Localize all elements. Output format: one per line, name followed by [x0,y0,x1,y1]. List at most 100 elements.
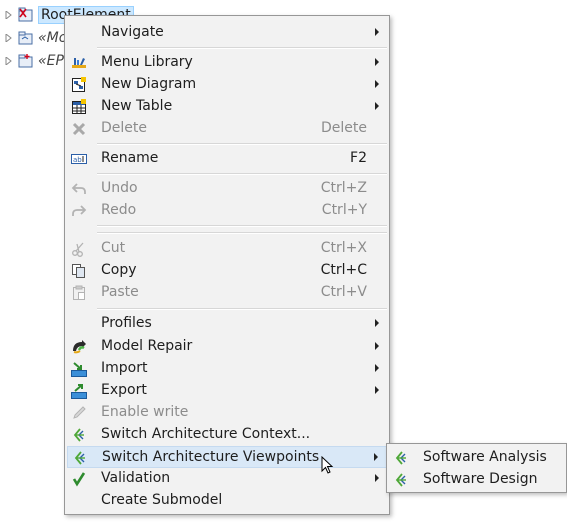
menu-item-label: Export [101,382,147,398]
context-menu: Navigate Menu Library New Diagram New Ta… [64,15,390,515]
menu-item-label: Undo [101,180,138,196]
submenu-item-software-analysis[interactable]: Software Analysis [389,447,564,469]
menu-item-new-table[interactable]: New Table [67,96,387,118]
clipboard-icon [71,285,87,301]
menu-separator [97,173,387,175]
menu-item-shortcut: Ctrl+V [320,284,367,300]
menu-item-delete[interactable]: Delete Delete [67,118,387,140]
menu-separator [97,225,387,227]
submenu-arrow-icon [375,474,379,482]
menu-separator [97,308,387,310]
model-package-icon [18,7,34,23]
menu-item-label: Redo [101,202,137,218]
tree-item-label: «EP [38,53,64,69]
checkmark-icon [71,471,87,487]
menu-item-label: New Diagram [101,76,197,92]
menu-item-copy[interactable]: Copy Ctrl+C [67,260,387,282]
menu-item-switch-architecture-viewpoints[interactable]: Switch Architecture Viewpoints [67,446,387,468]
submenu-arrow-icon [375,80,379,88]
submenu-arrow-icon [375,364,379,372]
submenu-arrow-icon [375,386,379,394]
menu-item-enable-write[interactable]: Enable write [67,402,387,424]
menu-item-paste[interactable]: Paste Ctrl+V [67,282,387,304]
submenu-item-label: Software Design [423,471,538,487]
menu-item-model-repair[interactable]: Model Repair [67,336,387,358]
submenu-arrow-icon [374,453,378,461]
viewpoints-submenu: Software Analysis Software Design [386,443,567,493]
delete-icon [71,121,87,137]
expand-arrow-icon[interactable] [4,33,14,43]
menu-item-shortcut: Ctrl+C [320,262,367,278]
redo-icon [71,203,87,219]
menu-item-navigate[interactable]: Navigate [67,22,387,44]
new-table-icon [71,99,87,115]
menu-item-label: Cut [101,240,126,256]
menu-item-validation[interactable]: Validation [67,468,387,490]
menu-item-label: Delete [101,120,147,136]
tree-item[interactable]: «EP [4,51,64,71]
copy-icon [71,263,87,279]
svg-text:ab: ab [73,156,82,164]
menu-item-label: Paste [101,284,139,300]
menu-item-undo[interactable]: Undo Ctrl+Z [67,178,387,200]
menu-item-label: Switch Architecture Context... [101,426,311,442]
package-icon [18,53,34,69]
menu-item-redo[interactable]: Redo Ctrl+Y [67,200,387,222]
menu-item-new-diagram[interactable]: New Diagram [67,74,387,96]
menu-item-label: Switch Architecture Viewpoints [102,449,320,465]
menu-separator [97,143,387,145]
menu-item-label: Copy [101,262,137,278]
menu-item-rename[interactable]: ab Rename F2 [67,148,387,170]
architecture-context-icon [71,427,87,443]
viewpoint-icon [393,450,409,466]
menu-item-switch-architecture-context[interactable]: Switch Architecture Context... [67,424,387,446]
rename-icon: ab [71,151,87,167]
submenu-arrow-icon [375,28,379,36]
package-icon [18,30,34,46]
menu-item-label: Model Repair [101,338,193,354]
submenu-arrow-icon [375,102,379,110]
menu-item-profiles[interactable]: Profiles [67,313,387,335]
menu-item-cut[interactable]: Cut Ctrl+X [67,238,387,260]
submenu-item-label: Software Analysis [423,449,547,465]
undo-icon [71,181,87,197]
menu-item-shortcut: Ctrl+Z [320,180,367,196]
menu-item-label: Import [101,360,148,376]
menu-item-label: Validation [101,470,171,486]
scissors-icon [71,241,87,257]
menu-item-shortcut: Ctrl+X [320,240,367,256]
viewpoint-icon [393,472,409,488]
export-icon [71,383,87,399]
tree-item-label: «Mo [38,30,68,46]
menu-item-shortcut: Ctrl+Y [321,202,367,218]
new-diagram-icon [71,77,87,93]
submenu-arrow-icon [375,342,379,350]
tree-item[interactable]: «Mo [4,28,67,48]
menu-item-label: New Table [101,98,173,114]
menu-item-export[interactable]: Export [67,380,387,402]
menu-item-import[interactable]: Import [67,358,387,380]
menu-item-shortcut: F2 [350,150,367,166]
submenu-arrow-icon [375,58,379,66]
architecture-viewpoints-icon [72,450,88,466]
pencil-icon [71,405,87,421]
menu-separator [97,47,387,49]
mouse-cursor-icon [321,456,334,474]
menu-separator [97,232,387,234]
menu-item-label: Create Submodel [101,492,223,508]
menu-item-create-submodel[interactable]: Create Submodel [67,490,387,512]
expand-arrow-icon[interactable] [4,10,14,20]
menu-item-shortcut: Delete [321,120,367,136]
menu-item-label: Rename [101,150,159,166]
menu-item-label: Enable write [101,404,189,420]
submenu-item-software-design[interactable]: Software Design [389,469,564,491]
submenu-arrow-icon [375,319,379,327]
menu-item-menu-library[interactable]: Menu Library [67,52,387,74]
menu-item-label: Profiles [101,315,152,331]
import-icon [71,361,87,377]
expand-arrow-icon[interactable] [4,56,14,66]
menu-item-label: Navigate [101,24,164,40]
library-icon [71,55,87,71]
model-repair-icon [71,339,87,355]
menu-item-label: Menu Library [101,54,193,70]
